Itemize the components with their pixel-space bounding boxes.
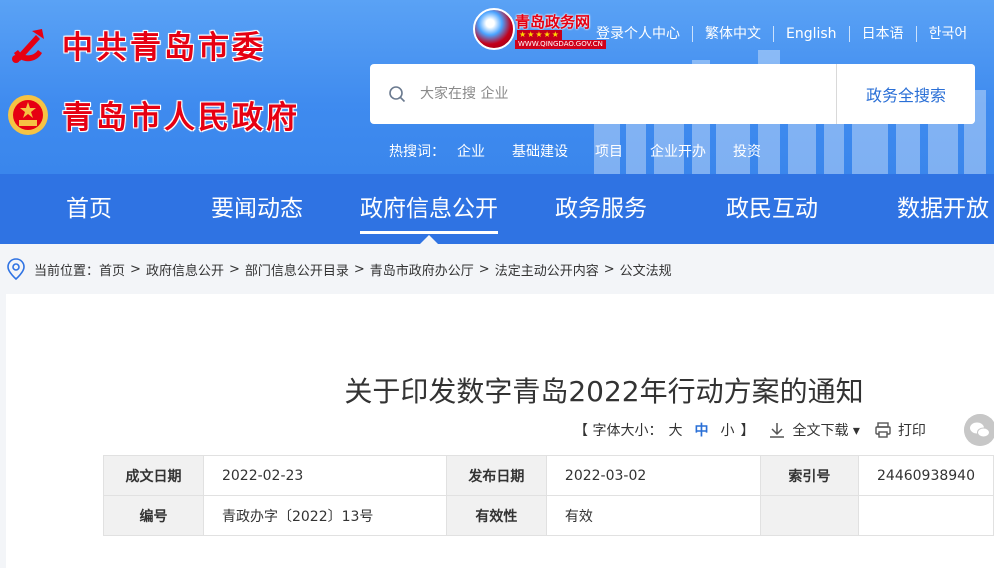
login-link[interactable]: 登录个人中心: [584, 26, 692, 42]
nav-item-news[interactable]: 要闻动态: [211, 174, 303, 244]
font-size-close-bracket: 】: [740, 423, 755, 439]
nav-item-open-data[interactable]: 数据开放: [897, 174, 989, 244]
breadcrumb-label: 当前位置：: [34, 263, 100, 279]
nav-label: 数据开放: [897, 196, 989, 222]
meta-key-validity: 有效性: [445, 495, 547, 536]
nav-item-home[interactable]: 首页: [66, 174, 112, 244]
nav-label: 政民互动: [726, 196, 818, 222]
nav-label: 政府信息公开: [360, 196, 498, 222]
search-input[interactable]: [420, 80, 820, 108]
qingdao-portal-logo[interactable]: 青岛政务网 ★★★★★ WWW.QINGDAO.GOV.CN: [473, 8, 606, 50]
font-size-large-button[interactable]: 大: [668, 420, 682, 440]
party-committee-name: 中共青岛市委: [62, 30, 266, 66]
breadcrumb-separator: >: [478, 261, 490, 277]
meta-value-validity: 有效: [545, 495, 761, 536]
nav-item-interaction[interactable]: 政民互动: [726, 174, 818, 244]
document-meta-table: 成文日期 2022-02-23 发布日期 2022-03-02 索引号 2446…: [103, 455, 994, 536]
breadcrumb-separator: >: [228, 261, 240, 277]
city-government-brand[interactable]: 青岛市人民政府: [6, 92, 300, 137]
meta-key-empty: [759, 495, 860, 536]
breadcrumb-separator: >: [603, 261, 615, 277]
breadcrumb-documents[interactable]: 公文法规: [620, 260, 672, 279]
download-icon: [770, 423, 785, 438]
meta-value-doc-number: 青政办字〔2022〕13号: [202, 495, 447, 536]
hot-word-link[interactable]: 项目: [595, 141, 623, 161]
article-panel: 关于印发数字青岛2022年行动方案的通知 【 字体大小： 大 中 小 】 全文下…: [6, 294, 994, 568]
font-size-small-button[interactable]: 小: [720, 420, 734, 440]
print-button[interactable]: 打印: [898, 420, 926, 440]
party-emblem-icon: [12, 28, 44, 63]
meta-key-written-date: 成文日期: [103, 455, 204, 496]
hot-search-words: 热搜词： 企业 基础建设 项目 企业开办 投资: [389, 141, 788, 161]
font-size-label: 【 字体大小：: [574, 423, 663, 439]
top-links: 登录个人中心 繁体中文 English 日本语 한국어: [584, 24, 979, 44]
party-committee-brand[interactable]: 中共青岛市委: [6, 22, 266, 67]
japanese-link[interactable]: 日本语: [848, 26, 916, 42]
breadcrumb-dept-catalog[interactable]: 部门信息公开目录: [245, 260, 349, 279]
search-button[interactable]: 政务全搜索: [836, 64, 975, 124]
active-nav-underline: [360, 231, 498, 234]
location-pin-icon: [7, 258, 25, 280]
traditional-chinese-link[interactable]: 繁体中文: [692, 26, 773, 42]
article-tools: 【 字体大小： 大 中 小 】 全文下载 ▾ 打印: [574, 420, 926, 440]
main-nav: 首页 要闻动态 政府信息公开 政务服务 政民互动 数据开放: [0, 174, 994, 244]
article-title: 关于印发数字青岛2022年行动方案的通知: [344, 375, 864, 408]
breadcrumb-statutory-content[interactable]: 法定主动公开内容: [495, 260, 599, 279]
national-emblem-icon: [8, 94, 48, 135]
breadcrumb: 当前位置： 首页 > 政府信息公开 > 部门信息公开目录 > 青岛市政府办公厅 …: [0, 244, 994, 294]
nav-label: 首页: [66, 196, 112, 222]
hot-word-link[interactable]: 投资: [733, 141, 761, 161]
nav-label: 政务服务: [555, 196, 647, 222]
portal-name: 青岛政务网: [515, 13, 591, 31]
search-icon: [389, 86, 406, 103]
meta-value-publish-date: 2022-03-02: [545, 455, 761, 496]
breadcrumb-separator: >: [130, 261, 141, 277]
meta-key-publish-date: 发布日期: [445, 455, 547, 496]
globe-icon: [473, 8, 515, 50]
breadcrumb-gov-info[interactable]: 政府信息公开: [146, 260, 224, 279]
download-button[interactable]: 全文下载 ▾: [792, 420, 859, 440]
hot-search-label: 热搜词：: [389, 144, 445, 160]
search-box: 政务全搜索: [370, 64, 975, 124]
meta-key-index-number: 索引号: [759, 455, 860, 496]
nav-item-services[interactable]: 政务服务: [555, 174, 647, 244]
portal-stars: ★★★★★: [517, 30, 562, 40]
table-row: 编号 青政办字〔2022〕13号 有效性 有效: [103, 495, 994, 536]
chevron-down-icon: ▾: [848, 423, 860, 439]
breadcrumb-separator: >: [353, 261, 365, 277]
city-government-name: 青岛市人民政府: [62, 100, 300, 136]
meta-value-index-number: 24460938940: [858, 455, 994, 496]
download-label: 全文下载: [792, 423, 849, 439]
meta-key-doc-number: 编号: [103, 495, 204, 536]
meta-value-written-date: 2022-02-23: [202, 455, 447, 496]
wechat-share-icon[interactable]: [964, 414, 994, 446]
nav-label: 要闻动态: [211, 196, 303, 222]
table-row: 成文日期 2022-02-23 发布日期 2022-03-02 索引号 2446…: [103, 455, 994, 496]
hot-word-link[interactable]: 企业开办: [650, 141, 706, 161]
english-link[interactable]: English: [773, 26, 849, 42]
nav-item-gov-info[interactable]: 政府信息公开: [360, 174, 498, 244]
meta-value-empty: [858, 495, 994, 536]
font-size-medium-button[interactable]: 中: [694, 420, 708, 440]
site-header: 中共青岛市委 青岛市人民政府 青岛政务网 ★★★★★ WWW.QINGDAO.G…: [0, 0, 994, 174]
breadcrumb-gov-office[interactable]: 青岛市政府办公厅: [370, 260, 474, 279]
active-nav-caret: [420, 235, 438, 244]
hot-word-link[interactable]: 企业: [457, 141, 485, 161]
breadcrumb-home[interactable]: 首页: [99, 260, 125, 279]
printer-icon: [875, 422, 891, 438]
hot-word-link[interactable]: 基础建设: [512, 141, 568, 161]
korean-link[interactable]: 한국어: [915, 26, 980, 42]
